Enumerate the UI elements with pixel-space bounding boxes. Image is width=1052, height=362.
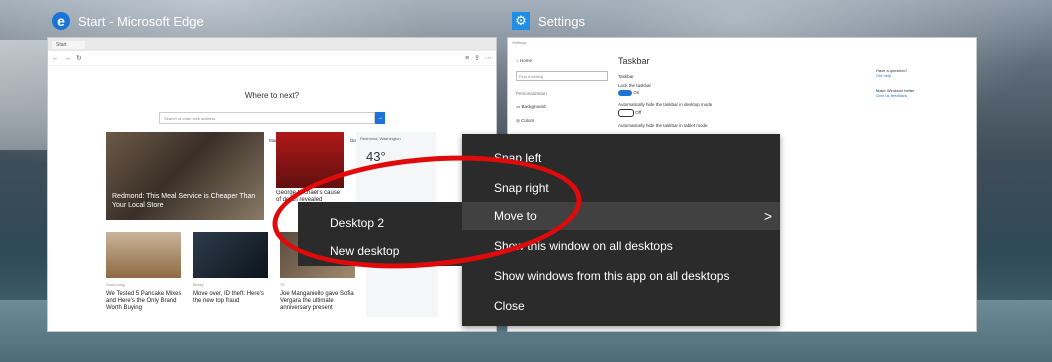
story-celebrity[interactable]: TV Joe Manganiello gave Sofia Vergara th…: [280, 282, 358, 312]
forward-icon[interactable]: →: [64, 55, 71, 62]
fraud-story-image[interactable]: [193, 232, 268, 278]
menu-show-app-all-desktops[interactable]: Show windows from this app on all deskto…: [462, 262, 780, 290]
sidebar-item-background[interactable]: ▭ Background: [516, 104, 606, 110]
menu-move-to-label: Move to: [494, 209, 537, 223]
settings-title-text: Settings: [538, 13, 585, 29]
edge-title-text: Start - Microsoft Edge: [78, 13, 204, 29]
menu-move-to[interactable]: Move to >: [462, 202, 780, 230]
weather-location: Redmond, Washington: [360, 136, 401, 141]
submenu-new-desktop[interactable]: New desktop: [330, 238, 399, 264]
subheading: Taskbar: [618, 74, 634, 79]
search-arrow-icon[interactable]: →: [375, 112, 385, 124]
menu-snap-left[interactable]: Snap left: [462, 144, 780, 172]
story-source: Good Living: [106, 283, 125, 287]
hub-icon[interactable]: ≡: [465, 55, 469, 62]
refresh-icon[interactable]: ↻: [76, 54, 82, 62]
feedback-link[interactable]: Give us feedback: [876, 93, 966, 98]
lock-taskbar-setting[interactable]: On: [618, 90, 818, 96]
autohide-desktop-setting[interactable]: Off: [618, 109, 818, 117]
edge-window-title[interactable]: e Start - Microsoft Edge: [52, 12, 204, 30]
move-to-submenu: Desktop 2 New desktop: [298, 202, 462, 266]
autohide-desktop-toggle[interactable]: [618, 109, 634, 117]
submenu-desktop-2[interactable]: Desktop 2: [330, 210, 384, 236]
red-story-image[interactable]: [276, 132, 344, 188]
gear-icon: ⚙: [512, 12, 530, 30]
lock-taskbar-toggle[interactable]: [618, 90, 632, 96]
chevron-right-icon: >: [763, 208, 772, 224]
autohide-desktop-state: Off: [635, 110, 642, 116]
story-headline: Joe Manganiello gave Sofia Vergara the u…: [280, 291, 354, 311]
story-source: Money: [193, 283, 204, 287]
settings-titlebar: Settings: [512, 40, 527, 45]
edge-tab[interactable]: Start: [52, 40, 85, 49]
weather-temp: 43°: [366, 149, 386, 164]
back-icon[interactable]: ←: [52, 55, 59, 62]
menu-snap-right[interactable]: Snap right: [462, 174, 780, 202]
settings-main: Taskbar Taskbar Lock the taskbar On Auto…: [618, 56, 818, 128]
menu-close[interactable]: Close: [462, 292, 780, 320]
sidebar-section-label: Personalization: [516, 91, 547, 96]
lock-taskbar-state: On: [633, 90, 640, 96]
story-headline: Move over, ID theft: Here's the new top …: [193, 291, 264, 304]
search-heading: Where to next?: [244, 91, 300, 100]
story-fraud[interactable]: Money Move over, ID theft: Here's the ne…: [193, 282, 271, 305]
edge-window-thumbnail[interactable]: Start ← → ↻ ≡ ⇪ ⋯ Where to next? Search …: [48, 38, 496, 331]
more-icon[interactable]: ⋯: [485, 54, 492, 62]
settings-help-panel: Have a question? Get help Make Windows b…: [876, 68, 966, 98]
sidebar-item-home[interactable]: ⌂ Home: [516, 58, 606, 63]
hero-story-tile[interactable]: Redmond: This Meal Service is Cheaper Th…: [106, 132, 264, 220]
settings-search-input[interactable]: Find a setting: [516, 71, 608, 81]
page-title: Taskbar: [618, 56, 650, 66]
story-pancake[interactable]: Good Living We Tested 5 Pancake Mixes an…: [106, 282, 184, 312]
menu-show-window-all-desktops[interactable]: Show this window on all desktops: [462, 232, 780, 260]
edge-toolbar: ← → ↻ ≡ ⇪ ⋯: [48, 51, 496, 66]
settings-sidebar: ⌂ Home Find a setting Personalization ▭ …: [516, 58, 608, 132]
hero-story-caption: Redmond: This Meal Service is Cheaper Th…: [112, 193, 256, 209]
sidebar-item-colors[interactable]: ◎ Colors: [516, 118, 606, 124]
get-help-link[interactable]: Get help: [876, 73, 966, 78]
palette-icon: ◎: [516, 118, 520, 123]
share-icon[interactable]: ⇪: [474, 54, 480, 62]
story-source: TV: [280, 283, 285, 287]
window-context-menu: Snap left Snap right Move to > Show this…: [462, 134, 780, 326]
edge-search-input[interactable]: Search or enter web address: [159, 112, 375, 124]
autohide-desktop-label: Automatically hide the taskbar in deskto…: [618, 102, 713, 107]
story-headline: We Tested 5 Pancake Mixes and Here's the…: [106, 291, 182, 311]
settings-window-title[interactable]: ⚙ Settings: [512, 12, 585, 30]
edge-icon: e: [52, 12, 70, 30]
image-icon: ▭: [516, 104, 521, 109]
autohide-tablet-label: Automatically hide the taskbar in tablet…: [618, 123, 708, 128]
home-icon: ⌂: [516, 58, 519, 63]
pancake-story-image[interactable]: [106, 232, 181, 278]
edge-tabstrip: Start: [48, 38, 496, 51]
lock-taskbar-label: Lock the taskbar: [618, 83, 652, 88]
